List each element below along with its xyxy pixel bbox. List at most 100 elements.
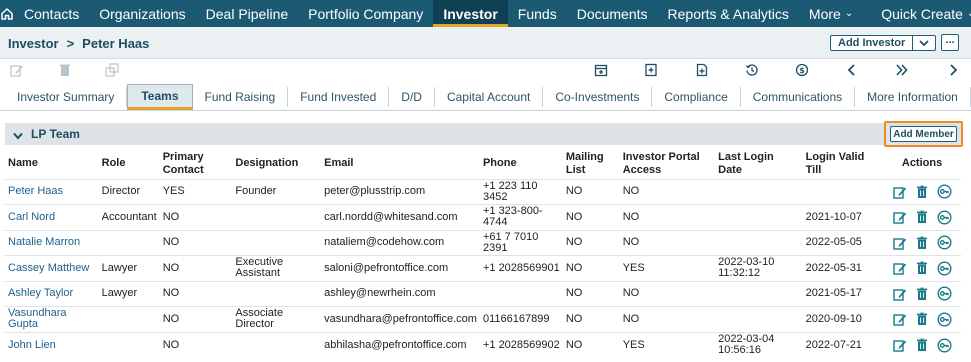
top-navigation: Contacts Organizations Deal Pipeline Por…	[0, 0, 971, 27]
col-header-portal-access[interactable]: Investor Portal Access	[620, 149, 715, 179]
record-tabs: Investor Summary Teams Fund Raising Fund…	[0, 84, 971, 110]
member-portal-access: NO	[619, 178, 716, 205]
row-actions	[883, 331, 961, 358]
col-header-email[interactable]: Email	[321, 149, 480, 179]
member-portal-access: YES	[619, 255, 716, 281]
nav-reports-analytics[interactable]: Reports & Analytics	[658, 0, 799, 27]
row-actions	[883, 229, 961, 256]
member-email: ashley@newrhein.com	[321, 280, 480, 307]
tab-teams[interactable]: Teams	[127, 84, 193, 110]
copy-icon[interactable]	[104, 62, 120, 78]
col-header-phone[interactable]: Phone	[480, 149, 563, 179]
member-last-login	[715, 204, 803, 230]
tab-more-information[interactable]: More Information	[855, 87, 971, 107]
double-chevron-right-icon[interactable]	[894, 62, 910, 78]
member-portal-access: NO	[619, 229, 716, 256]
breadcrumb-parent[interactable]: Investor	[8, 36, 59, 51]
nav-portfolio-company[interactable]: Portfolio Company	[298, 0, 433, 27]
calendar-icon[interactable]	[593, 62, 609, 78]
member-phone: +1 223 110 3452	[479, 178, 563, 205]
edit-icon[interactable]	[893, 210, 908, 225]
member-phone: +1 323-800-4744	[479, 204, 563, 230]
member-name-link[interactable]: Carl Nord	[5, 204, 99, 230]
home-icon[interactable]	[0, 0, 14, 27]
key-icon[interactable]	[937, 261, 952, 276]
chevron-right-icon[interactable]	[945, 62, 961, 78]
table-row: Ashley Taylor Lawyer NO ashley@newrhein.…	[5, 280, 961, 307]
add-investor-dropdown[interactable]	[913, 36, 935, 50]
member-name-link[interactable]: Natalie Marron	[5, 229, 99, 256]
tab-fund-invested[interactable]: Fund Invested	[288, 87, 390, 107]
chevron-down-icon[interactable]	[13, 127, 23, 145]
key-icon[interactable]	[937, 184, 952, 199]
nav-more[interactable]: More ⌄	[799, 0, 863, 27]
trash-icon[interactable]	[915, 312, 930, 327]
col-header-login-valid[interactable]: Login Valid Till	[803, 149, 883, 179]
edit-icon[interactable]	[893, 286, 908, 301]
section-title: LP Team	[31, 127, 80, 141]
edit-icon[interactable]	[893, 184, 908, 199]
tab-dd[interactable]: D/D	[389, 87, 435, 107]
member-name-link[interactable]: Vasundhara Gupta	[5, 306, 99, 332]
col-header-name[interactable]: Name	[5, 149, 99, 179]
trash-icon[interactable]	[915, 184, 930, 199]
member-designation: Associate Director	[232, 306, 322, 332]
edit-icon[interactable]	[893, 261, 908, 276]
more-options-button[interactable]: ...	[941, 34, 959, 51]
nav-organizations[interactable]: Organizations	[89, 0, 195, 27]
trash-icon[interactable]	[915, 261, 930, 276]
member-last-login	[715, 280, 803, 307]
member-designation: Executive Assistant	[232, 255, 322, 281]
tab-investor-summary[interactable]: Investor Summary	[0, 87, 128, 107]
member-name-link[interactable]: Peter Haas	[5, 178, 99, 205]
tab-communications[interactable]: Communications	[741, 87, 856, 107]
key-icon[interactable]	[937, 286, 952, 301]
col-header-role[interactable]: Role	[99, 149, 160, 179]
row-actions	[883, 280, 961, 307]
history-icon[interactable]	[744, 62, 760, 78]
trash-icon[interactable]	[915, 286, 930, 301]
edit-icon[interactable]	[893, 338, 908, 353]
tab-capital-account[interactable]: Capital Account	[435, 87, 544, 107]
edit-icon[interactable]	[9, 62, 25, 78]
lp-team-section-header[interactable]: LP Team	[5, 123, 961, 145]
key-icon[interactable]	[937, 235, 952, 250]
nav-investor[interactable]: Investor	[433, 0, 508, 27]
nav-documents[interactable]: Documents	[567, 0, 658, 27]
col-header-designation[interactable]: Designation	[232, 149, 321, 179]
member-valid-till: 2021-05-17	[802, 280, 884, 307]
col-header-last-login[interactable]: Last Login Date	[715, 149, 803, 179]
edit-icon[interactable]	[893, 312, 908, 327]
trash-icon[interactable]	[915, 338, 930, 353]
chevron-down-icon: ⌄	[967, 8, 971, 19]
nav-contacts[interactable]: Contacts	[14, 0, 89, 27]
key-icon[interactable]	[937, 312, 952, 327]
member-mailing-list: NO	[562, 178, 620, 205]
member-portal-access: NO	[619, 280, 716, 307]
nav-deal-pipeline[interactable]: Deal Pipeline	[196, 0, 299, 27]
chevron-left-icon[interactable]	[844, 62, 860, 78]
member-phone: +1 2028569902	[479, 331, 563, 358]
col-header-primary-contact[interactable]: Primary Contact	[160, 149, 233, 179]
trash-icon[interactable]	[57, 62, 73, 78]
tab-fund-raising[interactable]: Fund Raising	[193, 87, 289, 107]
trash-icon[interactable]	[915, 235, 930, 250]
key-icon[interactable]	[937, 337, 952, 353]
currency-icon[interactable]: $	[794, 62, 810, 78]
col-header-mailing-list[interactable]: Mailing List	[563, 149, 620, 179]
member-name-link[interactable]: Cassey Matthew	[5, 255, 99, 281]
member-name-link[interactable]: John Lien	[5, 331, 99, 358]
key-icon[interactable]	[937, 210, 952, 225]
add-member-button[interactable]: Add Member	[890, 126, 957, 142]
tab-compliance[interactable]: Compliance	[652, 87, 741, 107]
member-valid-till: 2022-07-21	[802, 331, 884, 358]
add-note-icon[interactable]	[643, 62, 659, 78]
add-investor-button[interactable]: Add Investor	[831, 36, 914, 50]
tab-co-investments[interactable]: Co-Investments	[543, 87, 653, 107]
nav-funds[interactable]: Funds	[508, 0, 567, 27]
member-name-link[interactable]: Ashley Taylor	[5, 280, 99, 307]
trash-icon[interactable]	[915, 210, 930, 225]
add-document-icon[interactable]	[694, 62, 710, 78]
edit-icon[interactable]	[893, 235, 908, 250]
nav-quick-create[interactable]: Quick Create ⌄	[871, 0, 971, 27]
